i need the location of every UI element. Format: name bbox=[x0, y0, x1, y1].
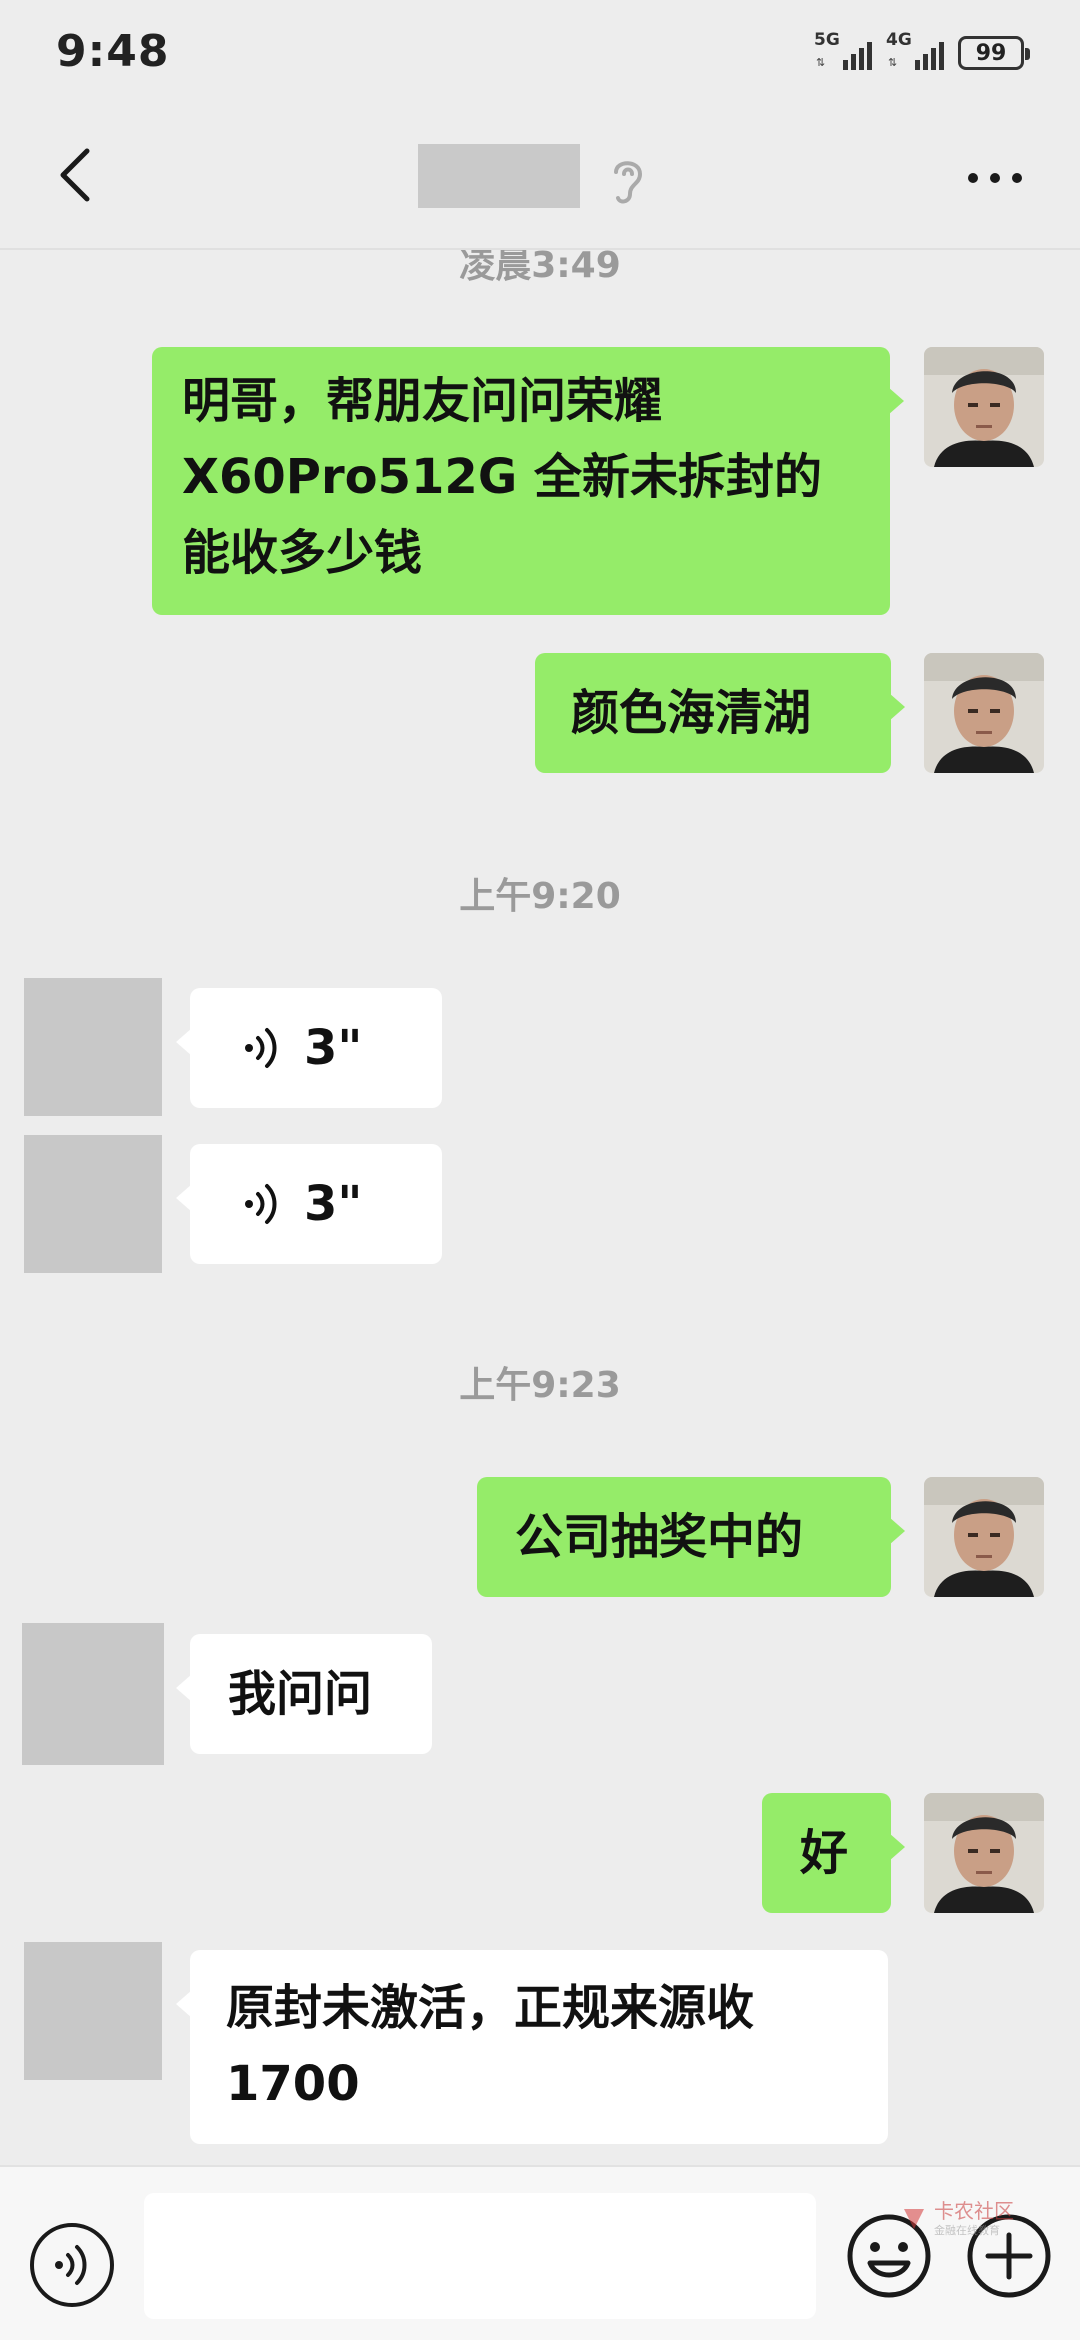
message-line: 原封未激活，正规来源收 bbox=[226, 1980, 755, 2036]
signal-5g-label: 5G bbox=[814, 30, 840, 50]
watermark: 卡农社区 金融在线教育 bbox=[900, 2200, 1014, 2238]
message-text: 颜色海清湖 bbox=[571, 685, 812, 741]
avatar-self[interactable] bbox=[924, 653, 1044, 773]
message-text: 我问问 bbox=[228, 1666, 373, 1722]
voice-input-toggle-button[interactable] bbox=[30, 2223, 114, 2307]
chat-messages[interactable]: 凌晨3:49 明哥，帮朋友问问荣耀 X60Pro512G 全新未拆封的 能收多少… bbox=[0, 250, 1080, 2165]
message-line: X60Pro512G 全新未拆封的 bbox=[182, 449, 822, 505]
message-bubble-received[interactable]: 我问问 bbox=[176, 1634, 432, 1754]
status-icons: 5G ⇅ 4G ⇅ 99 bbox=[814, 30, 1030, 74]
timestamp: 上午9:20 bbox=[459, 876, 621, 917]
voice-wave-icon bbox=[245, 1184, 277, 1224]
more-dots-icon bbox=[968, 173, 1022, 183]
message-input[interactable] bbox=[144, 2193, 816, 2319]
voice-message-bubble[interactable]: 3" bbox=[176, 988, 442, 1108]
signal-5g-icon: 5G ⇅ bbox=[814, 30, 872, 74]
avatar-self-image bbox=[924, 1477, 1044, 1597]
avatar-self-image bbox=[924, 347, 1044, 467]
avatar-contact[interactable] bbox=[22, 1623, 164, 1765]
earpiece-mode-icon bbox=[614, 161, 643, 204]
avatar-self-image bbox=[924, 1793, 1044, 1913]
voice-duration: 3" bbox=[304, 1020, 363, 1076]
voice-wave-icon bbox=[55, 2245, 87, 2285]
timestamp: 上午9:23 bbox=[459, 1365, 621, 1406]
chat-header bbox=[0, 110, 1080, 250]
avatar-self[interactable] bbox=[924, 1793, 1044, 1913]
avatar-self-image bbox=[924, 653, 1044, 773]
message-text: 公司抽奖中的 bbox=[515, 1509, 804, 1565]
message-bubble-sent[interactable]: 好 bbox=[762, 1793, 905, 1913]
message-line: 明哥，帮朋友问问荣耀 bbox=[182, 373, 663, 429]
timestamp-partial: 凌晨3:49 bbox=[459, 250, 621, 286]
message-text: 好 bbox=[800, 1825, 849, 1881]
message-line: 能收多少钱 bbox=[182, 525, 423, 581]
message-bubble-received[interactable]: 原封未激活，正规来源收 1700 bbox=[176, 1950, 888, 2144]
input-bar bbox=[0, 2165, 1080, 2340]
more-options-button[interactable] bbox=[960, 148, 1030, 208]
voice-duration: 3" bbox=[304, 1176, 363, 1232]
status-time: 9:48 bbox=[56, 26, 170, 77]
avatar-self[interactable] bbox=[924, 1477, 1044, 1597]
avatar-contact[interactable] bbox=[24, 978, 162, 1116]
watermark-title: 卡农社区 bbox=[934, 2199, 1014, 2223]
signal-4g-icon: 4G ⇅ bbox=[886, 30, 944, 74]
voice-wave-icon bbox=[245, 1028, 277, 1068]
chevron-left-icon bbox=[60, 148, 90, 202]
message-bubble-sent[interactable]: 公司抽奖中的 bbox=[477, 1477, 905, 1597]
message-bubble-sent[interactable]: 颜色海清湖 bbox=[535, 653, 905, 773]
avatar-contact[interactable] bbox=[24, 1942, 162, 2080]
message-line: 1700 bbox=[226, 2056, 360, 2112]
chat-title-redacted bbox=[418, 144, 580, 208]
voice-message-bubble[interactable]: 3" bbox=[176, 1144, 442, 1264]
signal-4g-label: 4G bbox=[886, 30, 912, 50]
status-bar: 9:48 5G ⇅ 4G ⇅ 99 bbox=[0, 0, 1080, 110]
avatar-self[interactable] bbox=[924, 347, 1044, 467]
avatar-contact[interactable] bbox=[24, 1135, 162, 1273]
watermark-logo-icon bbox=[904, 2209, 924, 2229]
back-button[interactable] bbox=[40, 140, 110, 210]
battery-level: 99 bbox=[975, 40, 1007, 66]
battery-icon: 99 bbox=[958, 36, 1030, 70]
message-bubble-sent[interactable]: 明哥，帮朋友问问荣耀 X60Pro512G 全新未拆封的 能收多少钱 bbox=[152, 347, 904, 615]
watermark-subtitle: 金融在线教育 bbox=[934, 2224, 1000, 2237]
